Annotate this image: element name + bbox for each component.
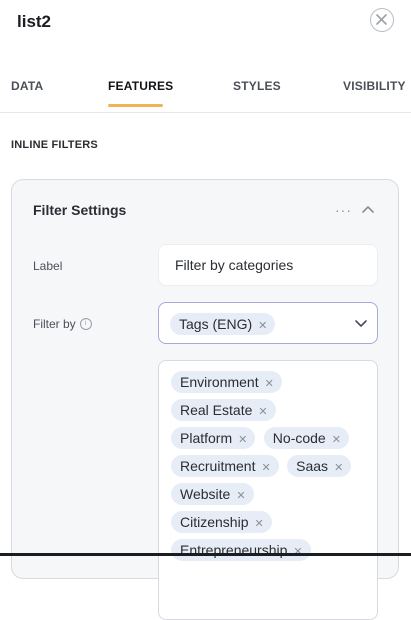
tag-chip: Saas ✕: [287, 455, 352, 477]
remove-tag-icon[interactable]: ✕: [293, 546, 302, 558]
tab-visibility[interactable]: VISIBILITY: [343, 79, 406, 93]
remove-tag-icon[interactable]: ✕: [261, 462, 270, 474]
info-icon: i: [79, 317, 92, 330]
remove-tag-icon[interactable]: ✕: [236, 490, 245, 502]
tag-row: Real Estate ✕: [171, 399, 280, 421]
tab-bar: DATA FEATURES STYLES VISIBILITY: [0, 70, 411, 113]
label-field-label: Label: [33, 259, 63, 273]
tags-list[interactable]: Environment ✕ Real Estate ✕ Platform ✕ No-c…: [158, 360, 378, 620]
chevron-up-icon[interactable]: [362, 202, 374, 220]
filter-by-label: Filter by i: [33, 317, 92, 331]
panel-title: list2: [17, 12, 52, 31]
tag-row: Citizenship ✕: [171, 511, 276, 533]
filter-by-select[interactable]: Tags (ENG) ✕: [158, 302, 378, 344]
remove-tag-icon[interactable]: ✕: [254, 518, 263, 530]
tab-features[interactable]: FEATURES: [108, 79, 173, 93]
tag-label: No-code: [272, 430, 326, 446]
close-icon: [376, 14, 387, 25]
selected-chip: Tags (ENG) ✕: [170, 313, 276, 335]
panel-header: list2: [0, 0, 411, 44]
tag-chip: Recruitment ✕: [171, 455, 279, 477]
remove-tag-icon[interactable]: ✕: [238, 434, 247, 446]
tag-label: Environment: [180, 374, 259, 390]
tag-label: Website: [180, 486, 231, 502]
tag-chip: Environment ✕: [171, 371, 282, 393]
tag-chip: No-code ✕: [263, 427, 349, 449]
tag-chip: Entrepreneurship ✕: [171, 539, 311, 561]
tag-row: Entrepreneurship ✕: [171, 539, 315, 561]
tag-label: Real Estate: [180, 402, 253, 418]
tag-label: Platform: [180, 430, 233, 446]
tab-data[interactable]: DATA: [11, 79, 43, 93]
active-tab-indicator: [108, 104, 163, 107]
remove-tag-icon[interactable]: ✕: [258, 406, 267, 418]
selected-chip-label: Tags (ENG): [179, 316, 253, 332]
filter-by-label-text: Filter by: [33, 317, 76, 331]
remove-chip-icon[interactable]: ✕: [258, 320, 267, 332]
tag-chip: Real Estate ✕: [171, 399, 276, 421]
chevron-down-icon[interactable]: [355, 318, 367, 328]
tab-styles[interactable]: STYLES: [233, 79, 281, 93]
remove-tag-icon[interactable]: ✕: [265, 378, 274, 390]
remove-tag-icon[interactable]: ✕: [334, 462, 343, 474]
tag-row: Platform ✕ No-code ✕: [171, 427, 353, 449]
filter-settings-card: Filter Settings ··· Label Filter by cate…: [11, 179, 399, 620]
tag-row: Website ✕: [171, 483, 258, 505]
tag-label: Saas: [296, 458, 329, 474]
tag-row: Recruitment ✕ Saas ✕: [171, 455, 355, 477]
tag-chip: Website ✕: [171, 483, 254, 505]
tag-label: Citizenship: [180, 514, 249, 530]
label-input[interactable]: Filter by categories: [158, 244, 378, 286]
tag-chip: Platform ✕: [171, 427, 256, 449]
section-title: INLINE FILTERS: [11, 139, 98, 151]
card-title: Filter Settings: [33, 202, 127, 218]
close-button[interactable]: [370, 8, 394, 32]
more-horizontal-icon[interactable]: ···: [335, 202, 352, 218]
tag-row: Environment ✕: [171, 371, 286, 393]
tag-label: Recruitment: [180, 458, 256, 474]
remove-tag-icon[interactable]: ✕: [332, 434, 341, 446]
tag-chip: Citizenship ✕: [171, 511, 272, 533]
